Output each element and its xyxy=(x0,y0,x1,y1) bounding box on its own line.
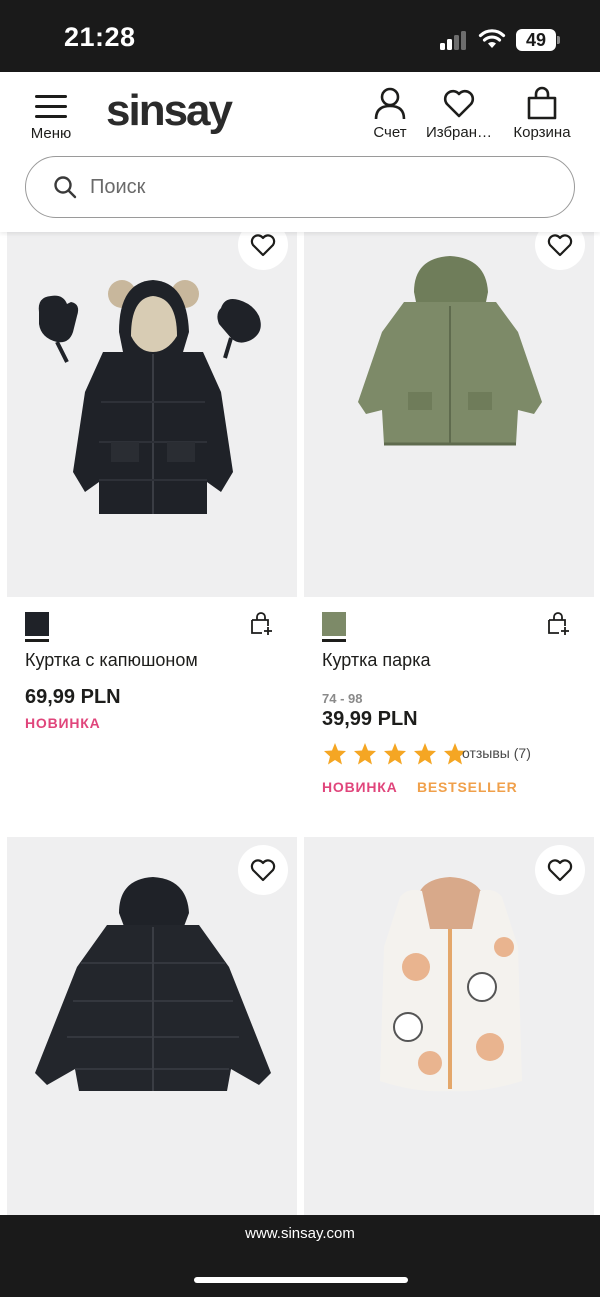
product-price: 39,99 PLN xyxy=(322,708,418,730)
quick-add-bag-icon[interactable] xyxy=(546,612,570,636)
black-puffer-jacket-icon xyxy=(35,877,271,1091)
printed-vest-icon xyxy=(380,877,522,1092)
reviews-link[interactable]: отзывы (7) xyxy=(462,745,531,761)
cellular-signal-icon xyxy=(440,30,468,50)
wifi-icon xyxy=(478,29,506,48)
heart-icon xyxy=(250,859,276,882)
product-card[interactable]: Куртка с капюшоном 69,99 PLN НОВИНКА xyxy=(7,232,297,822)
star-icon xyxy=(354,743,376,765)
search-input[interactable] xyxy=(90,167,550,207)
product-image[interactable] xyxy=(304,232,594,597)
product-price: 69,99 PLN xyxy=(25,686,121,708)
product-name[interactable]: Куртка парка xyxy=(322,650,430,671)
site-header: Меню sinsay Счет Избран… Корзина xyxy=(0,72,600,232)
star-icon xyxy=(384,743,406,765)
status-bar: 21:28 49 xyxy=(0,0,600,72)
cart-label: Корзина xyxy=(513,124,571,141)
menu-button[interactable]: Меню xyxy=(24,92,78,142)
star-icon xyxy=(414,743,436,765)
product-image[interactable] xyxy=(7,232,297,597)
heart-icon xyxy=(443,89,475,118)
product-image[interactable] xyxy=(7,837,297,1215)
product-card[interactable] xyxy=(304,837,594,1215)
status-time: 21:28 xyxy=(64,22,136,52)
add-to-favorites-button[interactable] xyxy=(238,845,288,895)
url-text[interactable]: www.sinsay.com xyxy=(0,1225,600,1242)
favorites-button[interactable]: Избран… xyxy=(420,86,498,141)
battery-tip xyxy=(557,36,560,44)
quick-add-bag-icon[interactable] xyxy=(249,612,273,636)
rating-stars[interactable] xyxy=(322,742,468,766)
new-badge: НОВИНКА xyxy=(322,779,398,795)
size-range: 74 - 98 xyxy=(322,691,363,706)
cart-button[interactable]: Корзина xyxy=(508,86,576,141)
menu-label: Меню xyxy=(30,125,72,142)
user-icon xyxy=(374,87,406,120)
shopping-bag-icon xyxy=(527,86,557,120)
sinsay-logo[interactable]: sinsay xyxy=(106,86,233,136)
product-image[interactable] xyxy=(304,837,594,1215)
heart-icon xyxy=(250,234,276,257)
battery-indicator: 49 xyxy=(516,29,556,51)
product-name[interactable]: Куртка с капюшоном xyxy=(25,650,198,671)
star-icon xyxy=(324,743,346,765)
color-swatch[interactable] xyxy=(322,612,346,636)
product-card[interactable]: Куртка парка 74 - 98 39,99 PLN отзывы (7… xyxy=(304,232,594,822)
hamburger-icon xyxy=(35,92,67,118)
color-swatch[interactable] xyxy=(25,612,49,636)
account-label: Счет xyxy=(373,124,407,141)
favorites-label: Избран… xyxy=(425,124,493,141)
product-card[interactable] xyxy=(7,837,297,1215)
black-puffer-jacket-with-mittens-icon xyxy=(38,280,261,514)
browser-url-bar[interactable]: www.sinsay.com xyxy=(0,1215,600,1297)
add-to-favorites-button[interactable] xyxy=(535,845,585,895)
swatch-selected-indicator xyxy=(25,639,49,642)
search-icon xyxy=(54,176,77,199)
green-parka-icon xyxy=(358,256,542,446)
home-indicator[interactable] xyxy=(194,1277,408,1283)
account-button[interactable]: Счет xyxy=(368,86,412,141)
swatch-selected-indicator xyxy=(322,639,346,642)
heart-icon xyxy=(547,859,573,882)
new-badge: НОВИНКА xyxy=(25,715,101,731)
search-bar[interactable] xyxy=(25,156,575,218)
heart-icon xyxy=(547,234,573,257)
bestseller-badge: BESTSELLER xyxy=(417,779,518,795)
